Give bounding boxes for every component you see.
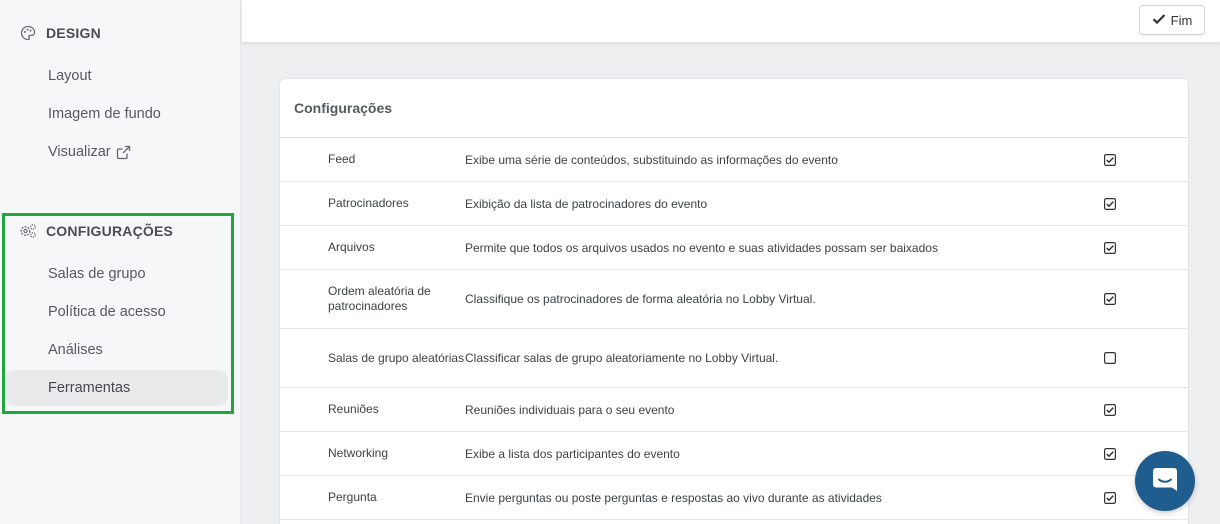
sidebar-item-label: Visualizar [48, 144, 111, 160]
sidebar-item-label: Imagem de fundo [48, 106, 161, 122]
chat-icon [1150, 464, 1180, 499]
finish-button[interactable]: Fim [1139, 5, 1205, 35]
checkbox-checked[interactable] [1104, 447, 1116, 460]
chat-button[interactable] [1135, 451, 1195, 511]
table-row: Reuniões Reuniões individuais para o seu … [280, 388, 1188, 432]
top-bar: Fim [242, 0, 1220, 42]
palette-icon [19, 24, 37, 42]
setting-name: Networking [328, 446, 389, 460]
external-link-icon [116, 145, 131, 160]
finish-label: Fim [1170, 12, 1193, 28]
setting-name: Ordem aleatória de patrocinadores [328, 284, 431, 313]
table-row: Ordem aleatória de patrocinadores Classif… [280, 270, 1188, 329]
setting-name: Salas de grupo aleatórias [328, 350, 465, 365]
checkbox-checked[interactable] [1104, 293, 1116, 305]
setting-name: Reuniões [328, 402, 379, 416]
setting-name: Arquivos [328, 240, 375, 254]
setting-name: Patrocinadores [328, 196, 409, 210]
checkbox-checked[interactable] [1104, 197, 1116, 210]
setting-description: Classifique os patrocinadores de forma a… [465, 292, 816, 306]
checkbox-checked[interactable] [1104, 403, 1116, 416]
table-row: Networking Exibe a lista dos participante… [280, 432, 1188, 476]
check-icon [1152, 13, 1166, 28]
setting-description: Exibe uma série de conteúdos, substituin… [465, 152, 838, 167]
checkbox-checked[interactable] [1104, 153, 1116, 166]
setting-description: Permite que todos os arquivos usados no … [465, 240, 938, 255]
settings-list: Feed Exibe uma série de conteúdos, substi… [280, 138, 1188, 520]
setting-name: Feed [328, 152, 356, 166]
setting-name: Pergunta [328, 490, 377, 504]
highlight-box [2, 213, 234, 414]
setting-description: Exibe a lista dos participantes do event… [465, 446, 680, 461]
table-row: Pergunta Envie perguntas ou poste pergunt… [280, 476, 1188, 520]
checkbox-unchecked[interactable] [1104, 352, 1116, 364]
setting-description: Envie perguntas ou poste perguntas e res… [465, 490, 882, 505]
design-header-label: DESIGN [46, 25, 101, 41]
sidebar-item-layout[interactable]: Layout [4, 58, 228, 94]
settings-card: Configurações Feed Exibe uma série de con… [279, 78, 1189, 524]
card-title: Configurações [280, 79, 1188, 138]
checkbox-checked[interactable] [1104, 241, 1116, 254]
design-section-header: DESIGN [19, 24, 101, 42]
setting-description: Reuniões individuais para o seu evento [465, 402, 675, 417]
table-row: Feed Exibe uma série de conteúdos, substi… [280, 138, 1188, 182]
checkbox-checked[interactable] [1104, 491, 1116, 504]
setting-description: Exibição da lista de patrocinadores do e… [465, 196, 708, 211]
table-row: Patrocinadores Exibição da lista de patro… [280, 182, 1188, 226]
sidebar-item-label: Layout [48, 68, 92, 84]
sidebar-item-preview[interactable]: Visualizar [4, 134, 228, 170]
table-row: Arquivos Permite que todos os arquivos us… [280, 226, 1188, 270]
setting-description: Classificar salas de grupo aleatoriament… [465, 351, 779, 365]
sidebar-item-background-image[interactable]: Imagem de fundo [4, 96, 228, 132]
table-row: Salas de grupo aleatórias Classificar sal… [280, 329, 1188, 388]
